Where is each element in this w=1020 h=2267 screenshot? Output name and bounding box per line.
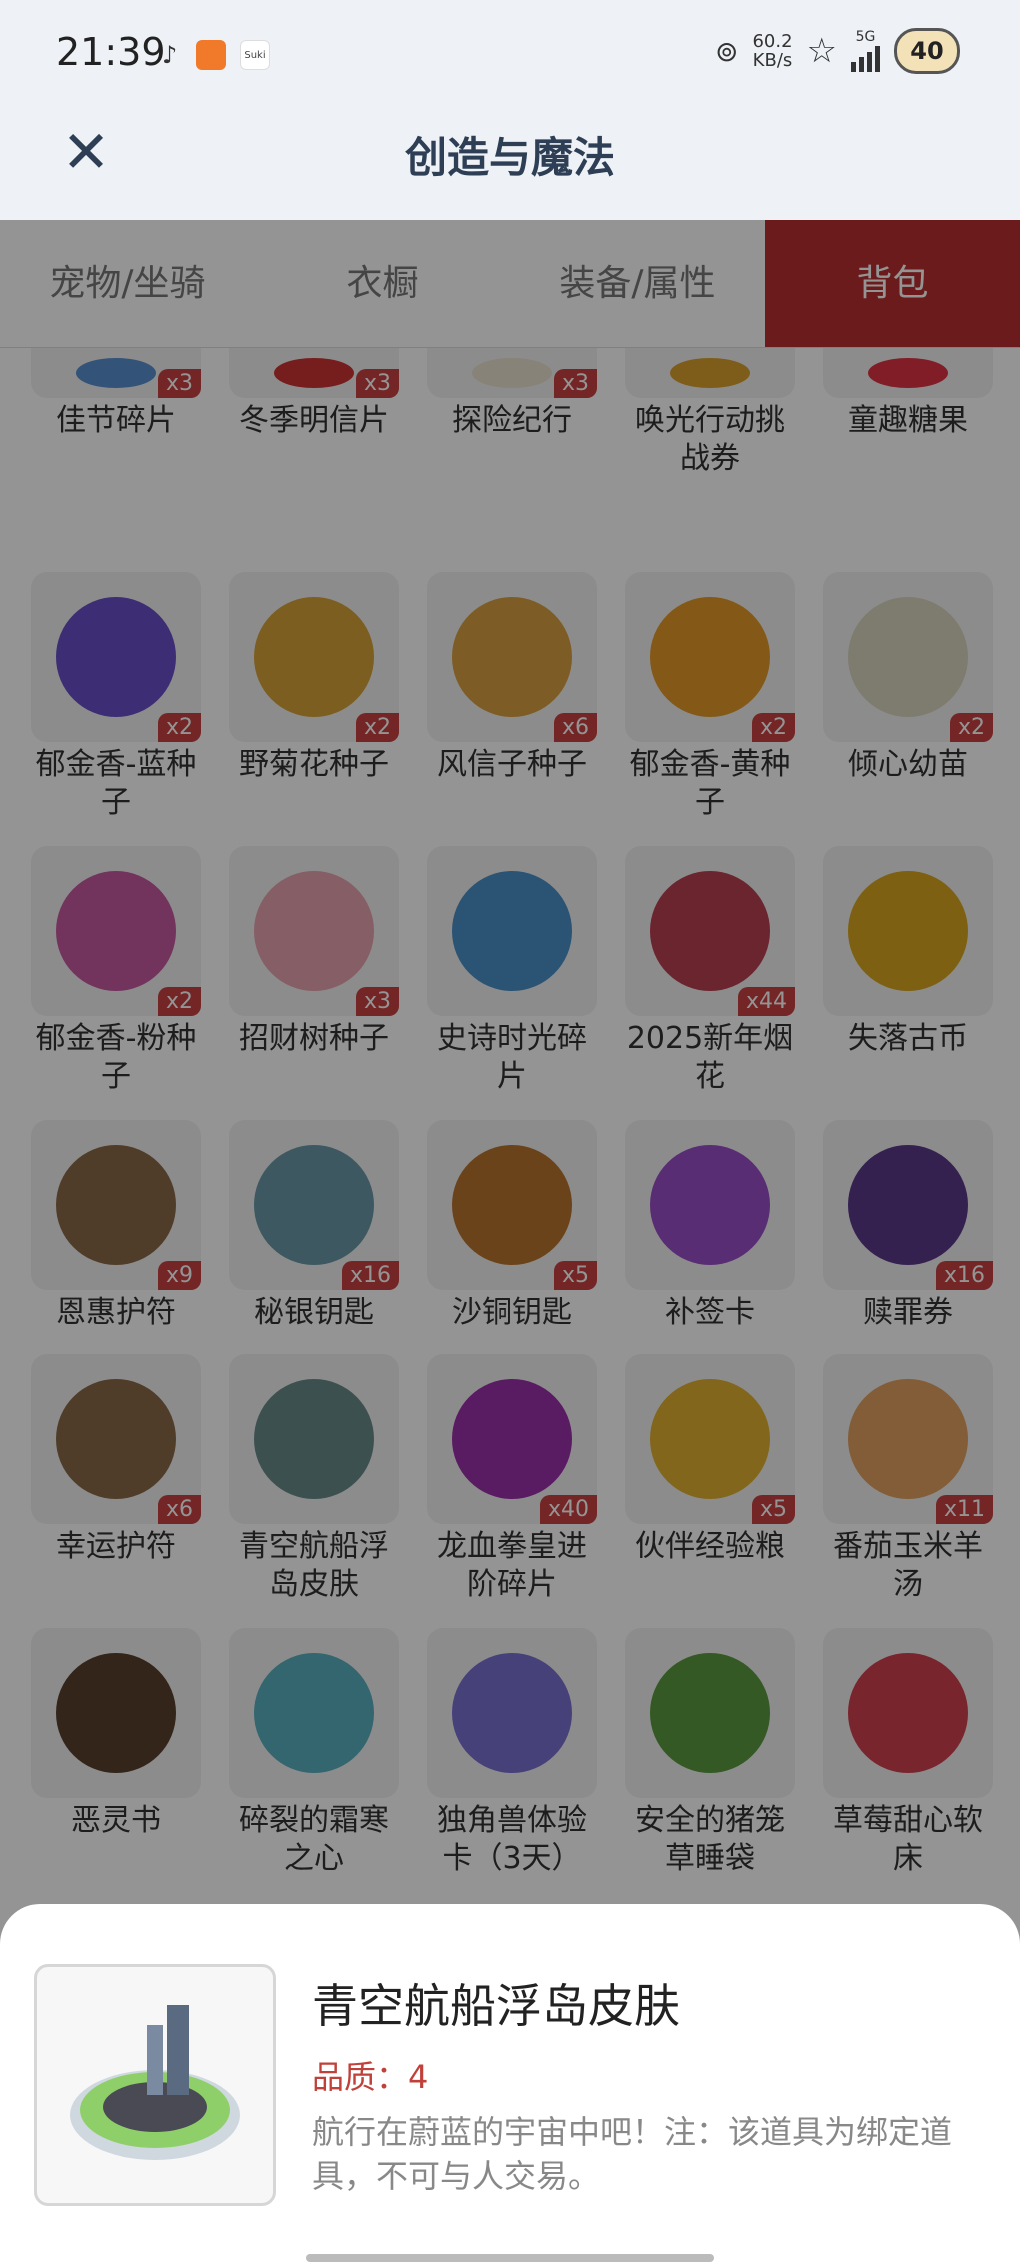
status-bar: 21:39 ♪ Suki ⊚ 60.2 KB/s ☆ 5G 40 (0, 0, 1020, 110)
app-header: ✕ 创造与魔法 (0, 110, 1020, 220)
floating-island-skin-icon (70, 2005, 240, 2160)
music-icon: ♪ (162, 41, 178, 69)
item-detail-sheet: 青空航船浮岛皮肤 品质：4 航行在蔚蓝的宇宙中吧！注：该道具为绑定道具，不可与人… (0, 1904, 1020, 2267)
item-detail-image (34, 1964, 276, 2206)
signal-icon: 5G (851, 30, 880, 72)
page-title: 创造与魔法 (404, 133, 615, 182)
item-detail-quality: 品质：4 (312, 2058, 429, 2096)
status-time: 21:39 (56, 30, 166, 74)
star-icon: ☆ (806, 31, 837, 71)
net-speed: 60.2 KB/s (752, 31, 793, 71)
suki-app-icon: Suki (240, 40, 270, 70)
status-notification-icons: ♪ Suki (162, 40, 270, 70)
hotspot-icon: ⊚ (714, 34, 739, 68)
app-notification-icon (196, 40, 226, 70)
status-system-icons: ⊚ 60.2 KB/s ☆ 5G 40 (715, 28, 960, 74)
item-detail-title: 青空航船浮岛皮肤 (312, 1979, 680, 2033)
home-indicator[interactable] (306, 2254, 714, 2262)
item-detail-description: 航行在蔚蓝的宇宙中吧！注：该道具为绑定道具，不可与人交易。 (312, 2113, 953, 2195)
battery-indicator: 40 (894, 28, 960, 74)
